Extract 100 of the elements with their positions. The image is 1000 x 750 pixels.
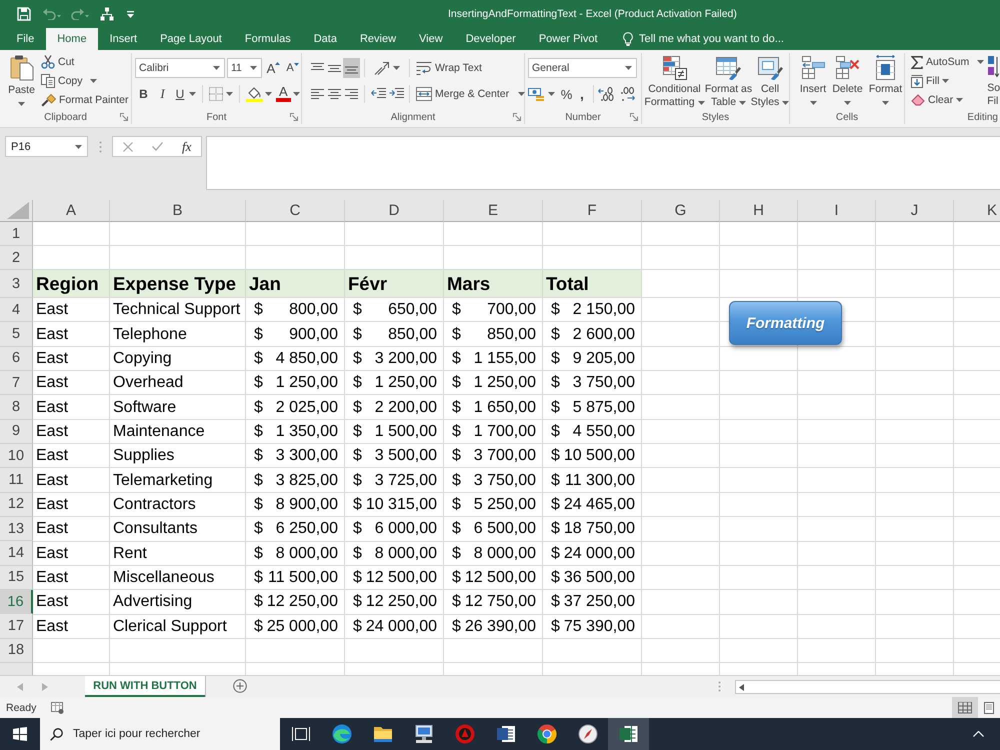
row-header[interactable]: 5 bbox=[0, 322, 33, 347]
name-box[interactable]: P16 bbox=[5, 136, 88, 157]
row-header[interactable]: 16 bbox=[0, 590, 33, 614]
grip-icon[interactable] bbox=[718, 681, 721, 692]
save-icon[interactable] bbox=[17, 7, 31, 21]
paste-button[interactable]: Paste bbox=[5, 53, 38, 110]
insert-function-button[interactable]: fx bbox=[182, 138, 192, 154]
ribbon-tab[interactable]: Page Layout bbox=[148, 28, 234, 50]
cut-button[interactable]: Cut bbox=[39, 53, 130, 71]
ribbon-tab[interactable]: Developer bbox=[454, 28, 528, 50]
row-header[interactable]: 7 bbox=[0, 371, 33, 396]
normal-view-icon[interactable] bbox=[952, 697, 978, 718]
row-header[interactable]: 15 bbox=[0, 566, 33, 590]
column-header[interactable]: J bbox=[876, 200, 954, 222]
column-header[interactable]: C bbox=[246, 200, 345, 222]
number-format-box[interactable]: General bbox=[528, 58, 637, 78]
percent-button[interactable]: % bbox=[559, 84, 574, 104]
ribbon-tab[interactable]: Power Pivot bbox=[527, 28, 610, 50]
column-header[interactable]: B bbox=[110, 200, 246, 222]
cells-button[interactable]: Delete bbox=[830, 53, 865, 105]
row-header[interactable]: 6 bbox=[0, 346, 33, 372]
style-button[interactable]: Conditional Formatting bbox=[644, 53, 705, 109]
merge-center-button[interactable]: Merge & Center bbox=[414, 85, 528, 103]
browser-icon[interactable] bbox=[332, 724, 352, 744]
left-arrow-icon[interactable] bbox=[739, 684, 744, 690]
column-header[interactable]: G bbox=[642, 200, 720, 222]
search-field[interactable]: Taper ici pour rechercher bbox=[40, 718, 280, 750]
decrease-indent-icon[interactable] bbox=[370, 88, 386, 100]
column-header[interactable]: D bbox=[345, 200, 444, 222]
paint-bucket-icon[interactable] bbox=[246, 86, 263, 102]
decrease-decimal-icon[interactable] bbox=[619, 87, 635, 101]
caret-icon[interactable] bbox=[292, 92, 300, 96]
column-header[interactable]: F bbox=[543, 200, 642, 222]
hierarchy-icon[interactable] bbox=[100, 7, 114, 21]
row-header[interactable]: 4 bbox=[0, 298, 33, 322]
row-header[interactable]: 3 bbox=[0, 270, 33, 298]
text-orientation-icon[interactable] bbox=[374, 61, 390, 75]
clear-button[interactable]: Clear bbox=[909, 91, 986, 109]
align-right-icon[interactable] bbox=[345, 88, 358, 100]
sheet-tab[interactable]: RUN WITH BUTTON bbox=[85, 676, 205, 697]
dialog-launcher-icon[interactable] bbox=[290, 113, 298, 121]
macro-record-icon[interactable] bbox=[51, 702, 64, 714]
computer-icon[interactable] bbox=[414, 724, 434, 744]
italic-button[interactable]: I bbox=[154, 84, 171, 104]
caret-icon[interactable] bbox=[189, 92, 196, 96]
column-header[interactable]: H bbox=[720, 200, 798, 222]
emblem-icon[interactable] bbox=[454, 724, 474, 744]
ribbon-tab[interactable]: Home bbox=[46, 28, 98, 50]
column-header[interactable]: A bbox=[33, 200, 110, 222]
column-header[interactable]: K bbox=[954, 200, 1000, 222]
increase-indent-icon[interactable] bbox=[388, 88, 404, 100]
caret-icon[interactable] bbox=[226, 92, 233, 96]
ring-app-icon[interactable] bbox=[536, 724, 556, 744]
tell-me-field[interactable]: Tell me what you want to do... bbox=[639, 31, 804, 47]
row-header[interactable]: 12 bbox=[0, 492, 33, 518]
plus-icon[interactable] bbox=[233, 679, 247, 693]
start-icon[interactable] bbox=[13, 727, 27, 741]
row-header[interactable]: 17 bbox=[0, 614, 33, 639]
style-button[interactable]: Format as Table bbox=[705, 53, 752, 109]
document-app-icon[interactable] bbox=[496, 724, 516, 744]
shrink-font-button[interactable]: A bbox=[284, 58, 301, 78]
ribbon-tab[interactable]: Data bbox=[302, 28, 348, 50]
bold-button[interactable]: B bbox=[135, 84, 152, 104]
fill-button[interactable]: Fill bbox=[909, 72, 986, 90]
sort-filter-button[interactable]: So Fil bbox=[986, 53, 1000, 108]
chevron-up-icon[interactable] bbox=[973, 731, 984, 737]
wrap-text-button[interactable]: Wrap Text bbox=[414, 59, 484, 77]
font-color-button[interactable]: A bbox=[276, 84, 291, 104]
copy-button[interactable]: Copy bbox=[39, 72, 130, 90]
ribbon-tab[interactable]: View bbox=[408, 28, 454, 50]
dialog-launcher-icon[interactable] bbox=[630, 113, 638, 121]
cells-button[interactable]: Insert bbox=[799, 53, 827, 105]
column-header[interactable]: E bbox=[444, 200, 543, 222]
horizontal-scrollbar[interactable] bbox=[735, 680, 1000, 694]
column-header[interactable]: I bbox=[798, 200, 876, 222]
ribbon-tab[interactable]: File bbox=[5, 28, 46, 50]
row-header[interactable]: 11 bbox=[0, 468, 33, 493]
compass-icon[interactable] bbox=[578, 724, 598, 744]
caret-icon[interactable] bbox=[265, 92, 272, 96]
align-bottom-icon[interactable] bbox=[343, 58, 360, 78]
dialog-launcher-icon[interactable] bbox=[513, 113, 521, 121]
font-size-box[interactable]: 11 bbox=[227, 58, 262, 78]
row-header[interactable]: 8 bbox=[0, 395, 33, 420]
borders-icon[interactable] bbox=[209, 87, 223, 101]
row-header[interactable]: 2 bbox=[0, 246, 33, 270]
row-header[interactable]: 14 bbox=[0, 541, 33, 566]
caret-icon[interactable] bbox=[548, 92, 555, 96]
caret-icon[interactable] bbox=[393, 66, 400, 70]
task-view-icon[interactable] bbox=[290, 724, 310, 744]
dialog-launcher-icon[interactable] bbox=[120, 113, 128, 121]
page-layout-icon[interactable] bbox=[984, 702, 994, 714]
font-name-box[interactable]: Calibri bbox=[135, 58, 225, 78]
ribbon-tab[interactable]: Insert bbox=[98, 28, 149, 50]
currency-icon[interactable] bbox=[528, 87, 545, 101]
folder-icon[interactable] bbox=[372, 724, 392, 744]
customize-icon[interactable] bbox=[127, 10, 134, 18]
align-left-icon[interactable] bbox=[311, 88, 324, 100]
ribbon-tab[interactable]: Formulas bbox=[233, 28, 302, 50]
row-header[interactable]: 9 bbox=[0, 420, 33, 444]
spreadsheet-app-icon[interactable] bbox=[608, 718, 649, 750]
